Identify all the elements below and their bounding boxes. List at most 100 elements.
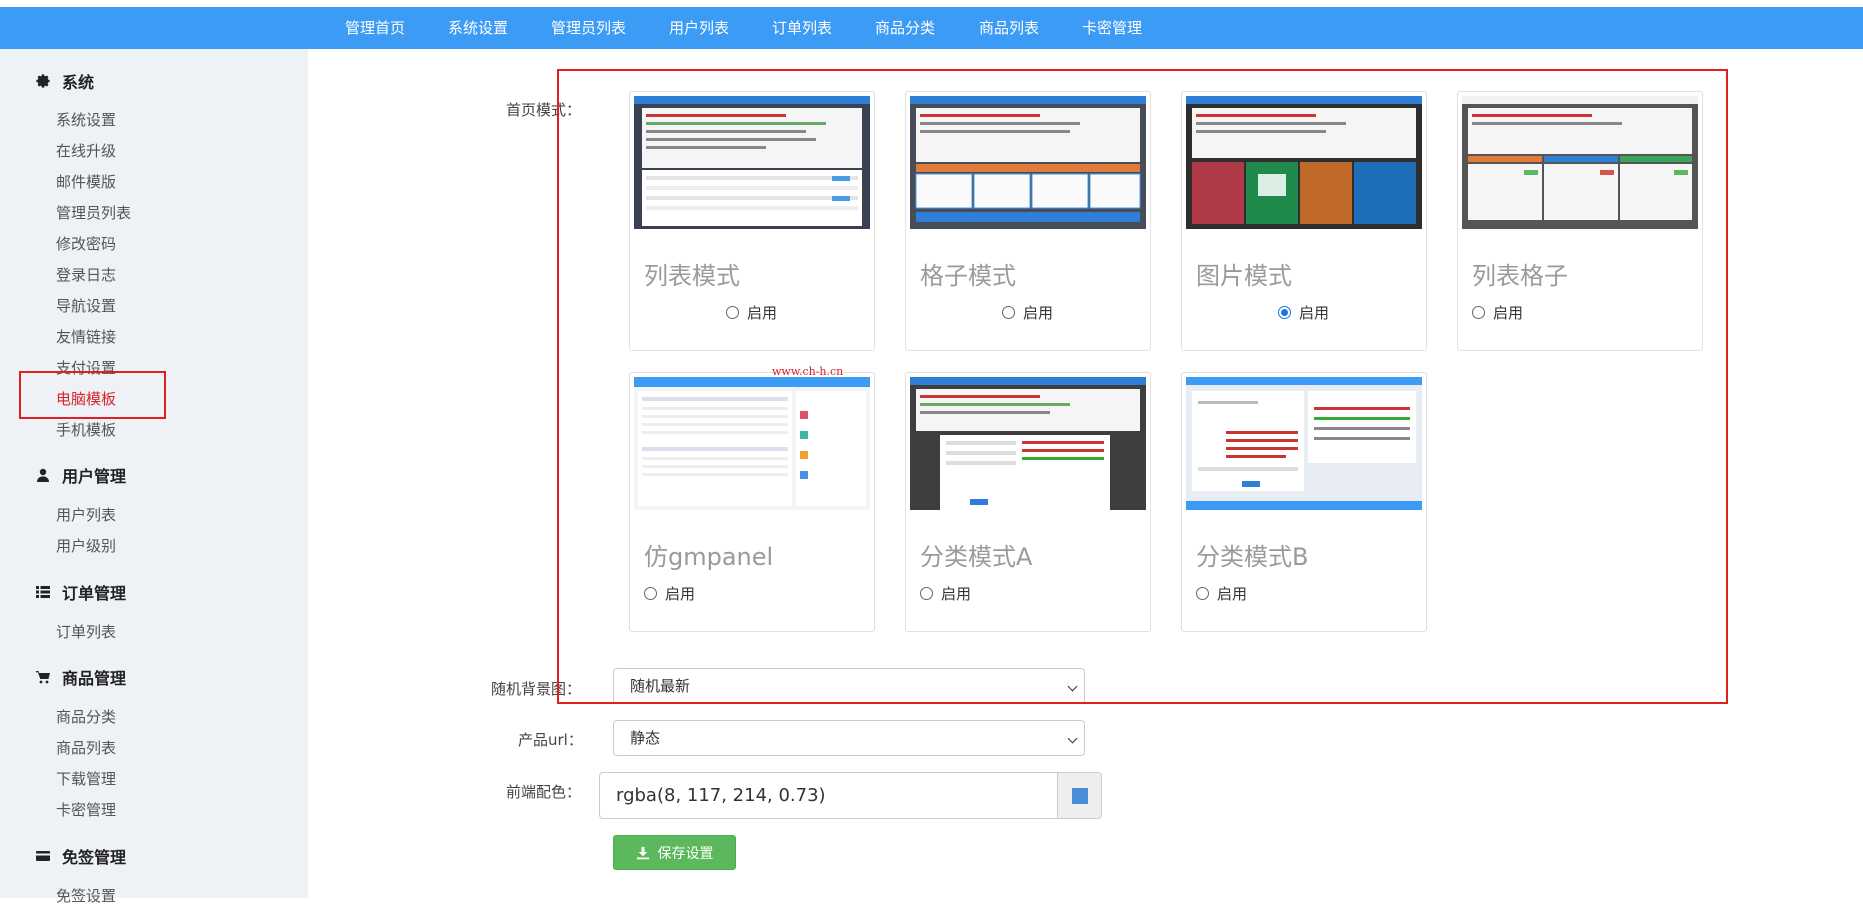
template-card-list[interactable]: 列表模式 启用 [629, 91, 875, 351]
nav-item-order-list[interactable]: 订单列表 [772, 7, 832, 49]
front-color-input[interactable]: rgba(8, 117, 214, 0.73) [599, 772, 1058, 819]
radio-button[interactable] [1002, 306, 1015, 319]
nav-item-user-list[interactable]: 用户列表 [669, 7, 729, 49]
homepage-mode-label: 首页模式： [506, 101, 582, 119]
radio-button[interactable] [644, 587, 657, 600]
radio-button[interactable] [920, 587, 933, 600]
template-name: 分类模式A [920, 543, 1033, 571]
sidebar: 系统 系统设置 在线升级 邮件模版 管理员列表 修改密码 登录日志 导航设置 友… [0, 49, 308, 905]
template-name: 列表格子 [1472, 262, 1568, 290]
template-name: 分类模式B [1196, 543, 1309, 571]
color-swatch [1072, 788, 1088, 804]
template-thumbnail [910, 96, 1146, 229]
color-picker-button[interactable] [1057, 772, 1102, 819]
enable-label: 启用 [747, 304, 778, 322]
chevron-down-icon [1067, 733, 1078, 744]
template-card-grid[interactable]: 格子模式 启用 [905, 91, 1151, 351]
sidebar-item-online-upgrade[interactable]: 在线升级 [56, 140, 116, 161]
template-enable-radio[interactable]: 启用 [1002, 302, 1053, 323]
template-thumbnail [1462, 96, 1698, 229]
template-thumbnail [634, 377, 870, 510]
template-thumbnail [1186, 96, 1422, 229]
sidebar-item-mobile-template[interactable]: 手机模板 [56, 419, 116, 440]
sidebar-section-signfree-management: 免签管理 [34, 844, 126, 868]
enable-label: 启用 [1217, 585, 1248, 603]
random-bg-value: 随机最新 [630, 677, 691, 695]
top-header: 管理首页 系统设置 管理员列表 用户列表 订单列表 商品分类 商品列表 卡密管理 [0, 0, 1863, 49]
top-nav: 管理首页 系统设置 管理员列表 用户列表 订单列表 商品分类 商品列表 卡密管理 [0, 7, 1863, 49]
random-bg-label: 随机背景图： [491, 680, 582, 698]
sidebar-section-product-management: 商品管理 [34, 665, 126, 689]
template-enable-radio[interactable]: 启用 [644, 583, 695, 604]
sidebar-highlight-frame [19, 371, 166, 419]
radio-button[interactable] [1196, 587, 1209, 600]
nav-item-product-list[interactable]: 商品列表 [979, 7, 1039, 49]
template-name: 仿gmpanel [644, 543, 774, 571]
template-card-category-a[interactable]: 分类模式A 启用 [905, 372, 1151, 632]
template-name: 图片模式 [1196, 262, 1292, 290]
sidebar-item-admin-list[interactable]: 管理员列表 [56, 202, 131, 223]
template-name: 列表模式 [644, 262, 740, 290]
radio-button[interactable] [726, 306, 739, 319]
sidebar-item-product-category[interactable]: 商品分类 [56, 706, 116, 727]
sidebar-section-title: 商品管理 [62, 669, 127, 688]
save-button[interactable]: 保存设置 [613, 835, 736, 870]
template-enable-radio[interactable]: 启用 [1472, 302, 1523, 323]
sidebar-section-order-management: 订单管理 [34, 580, 126, 604]
enable-label: 启用 [1493, 304, 1524, 322]
gear-icon [34, 72, 52, 90]
cart-icon [34, 668, 52, 686]
sidebar-section-user-management: 用户管理 [34, 463, 126, 487]
sidebar-item-nav-settings[interactable]: 导航设置 [56, 295, 116, 316]
radio-button-checked[interactable] [1278, 306, 1291, 319]
template-name: 格子模式 [920, 262, 1016, 290]
front-color-label: 前端配色： [506, 783, 582, 801]
template-thumbnail [634, 96, 870, 229]
sidebar-item-user-list[interactable]: 用户列表 [56, 504, 116, 525]
enable-label: 启用 [941, 585, 972, 603]
sidebar-section-title: 免签管理 [62, 848, 127, 867]
sidebar-section-title: 系统 [62, 73, 95, 92]
sidebar-item-change-password[interactable]: 修改密码 [56, 233, 116, 254]
sidebar-item-product-list[interactable]: 商品列表 [56, 737, 116, 758]
product-url-value: 静态 [630, 729, 661, 747]
sidebar-item-card-management[interactable]: 卡密管理 [56, 799, 116, 820]
chevron-down-icon [1067, 681, 1078, 692]
template-card-image[interactable]: 图片模式 启用 [1181, 91, 1427, 351]
nav-item-home[interactable]: 管理首页 [345, 7, 405, 49]
sidebar-item-download-management[interactable]: 下载管理 [56, 768, 116, 789]
enable-label: 启用 [1023, 304, 1054, 322]
radio-button[interactable] [1472, 306, 1485, 319]
nav-item-product-category[interactable]: 商品分类 [875, 7, 935, 49]
user-icon [34, 466, 52, 484]
template-enable-radio[interactable]: 启用 [726, 302, 777, 323]
template-card-category-b[interactable]: 分类模式B 启用 [1181, 372, 1427, 632]
random-bg-select[interactable]: 随机最新 [613, 668, 1085, 704]
card-icon [34, 847, 52, 865]
template-thumbnail [1186, 377, 1422, 510]
enable-label: 启用 [665, 585, 696, 603]
sidebar-section-title: 订单管理 [62, 584, 127, 603]
sidebar-item-user-level[interactable]: 用户级别 [56, 535, 116, 556]
sidebar-item-signfree-settings[interactable]: 免签设置 [56, 885, 116, 906]
nav-item-admin-list[interactable]: 管理员列表 [551, 7, 626, 49]
sidebar-item-order-list[interactable]: 订单列表 [56, 621, 116, 642]
template-card-gmpanel[interactable]: 仿gmpanel 启用 [629, 372, 875, 632]
sidebar-item-login-log[interactable]: 登录日志 [56, 264, 116, 285]
nav-item-card-management[interactable]: 卡密管理 [1082, 7, 1142, 49]
save-label: 保存设置 [657, 845, 714, 862]
enable-label: 启用 [1299, 304, 1330, 322]
template-enable-radio[interactable]: 启用 [1278, 302, 1329, 323]
product-url-label: 产品url： [518, 731, 583, 749]
product-url-select[interactable]: 静态 [613, 720, 1085, 756]
sidebar-item-mail-template[interactable]: 邮件模版 [56, 171, 116, 192]
sidebar-section-system: 系统 [34, 69, 94, 93]
sidebar-item-system-settings[interactable]: 系统设置 [56, 109, 116, 130]
sidebar-item-friend-links[interactable]: 友情链接 [56, 326, 116, 347]
template-thumbnail [910, 377, 1146, 510]
template-enable-radio[interactable]: 启用 [920, 583, 971, 604]
sidebar-section-title: 用户管理 [62, 467, 127, 486]
nav-item-system-settings[interactable]: 系统设置 [448, 7, 508, 49]
template-enable-radio[interactable]: 启用 [1196, 583, 1247, 604]
template-card-list-grid[interactable]: 列表格子 启用 [1457, 91, 1703, 351]
